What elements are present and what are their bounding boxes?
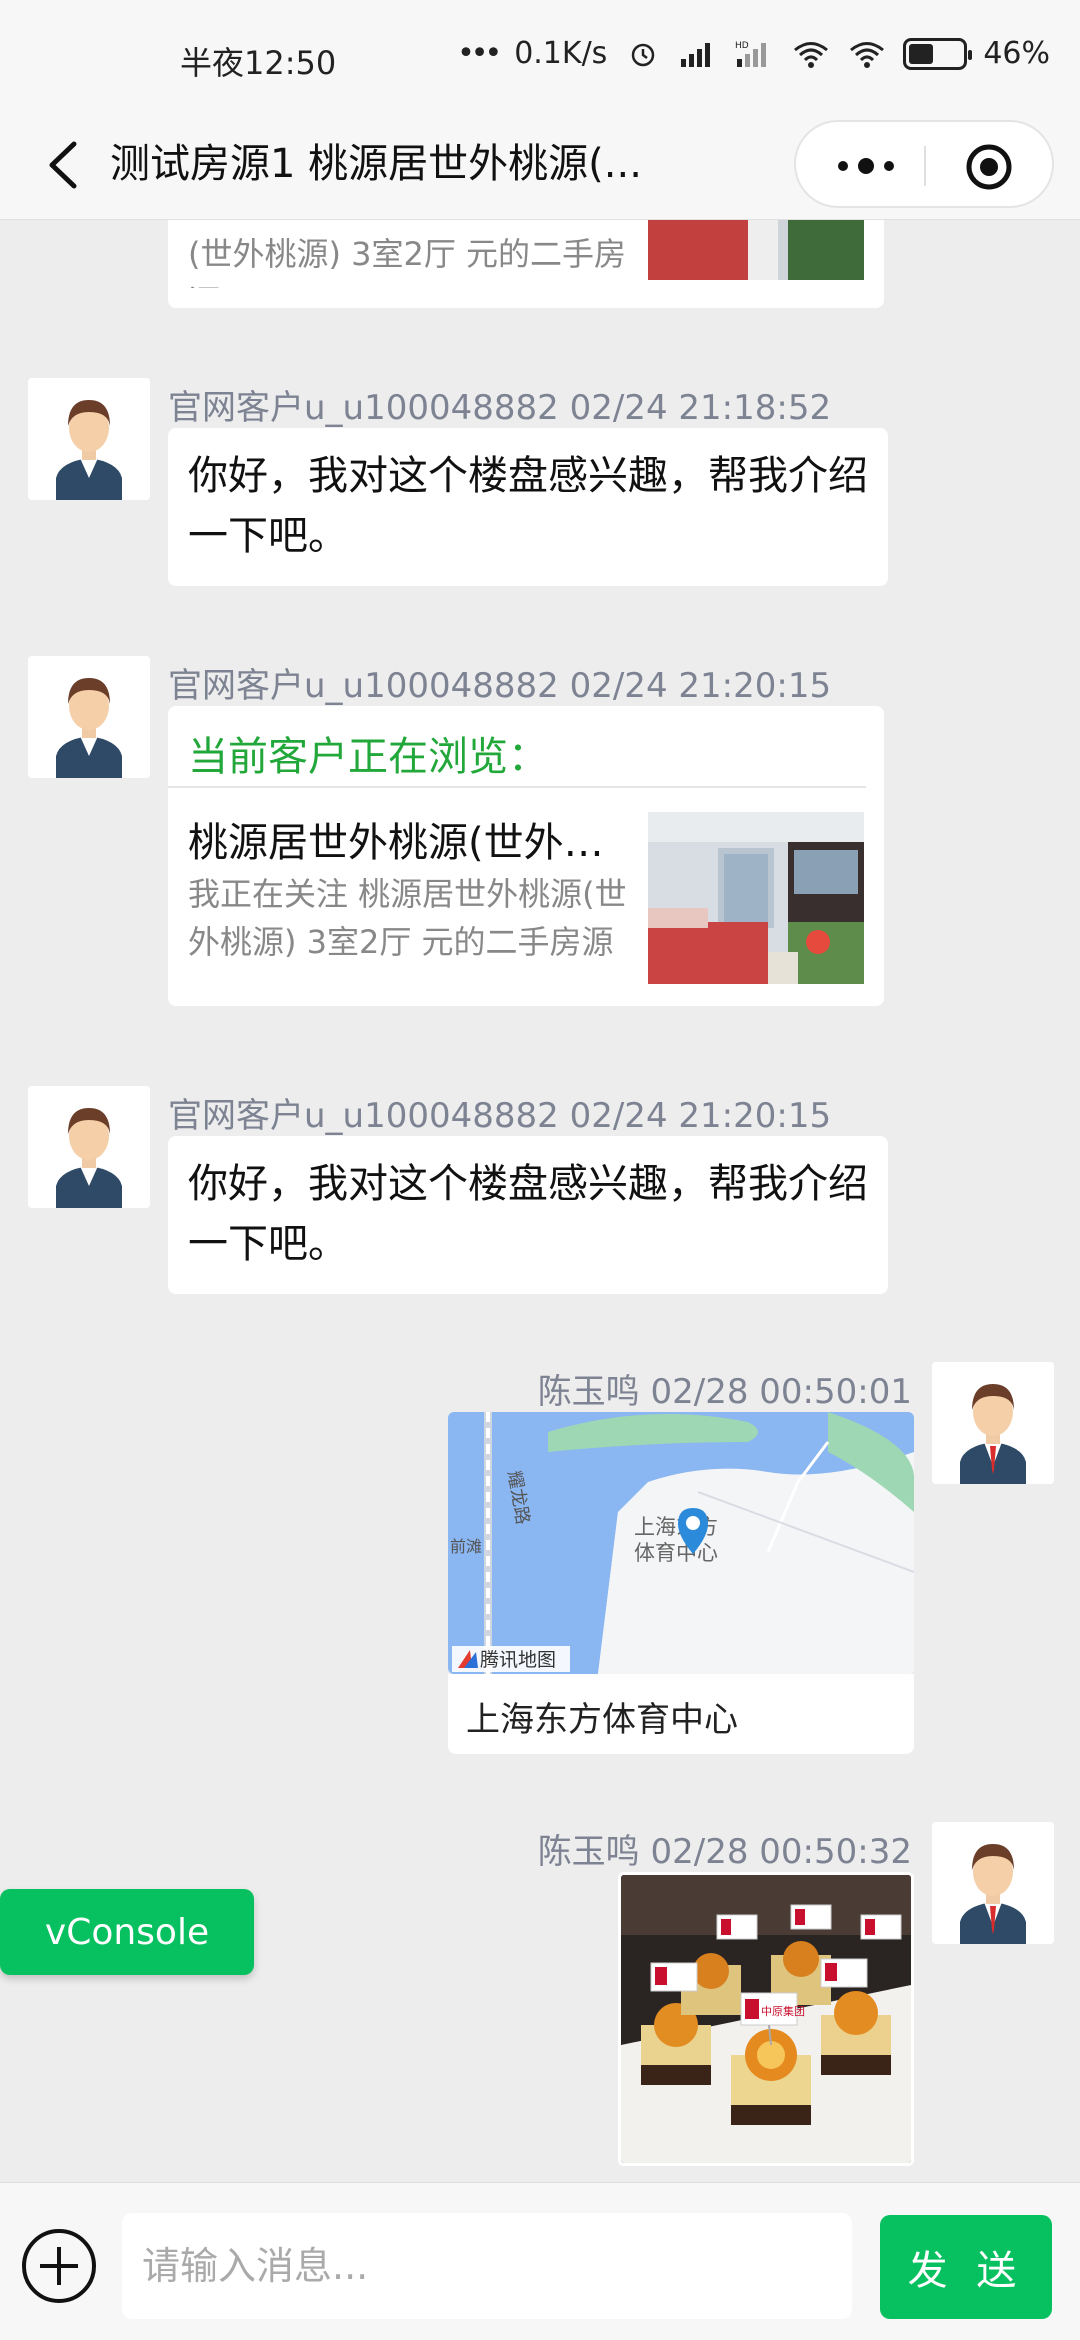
message-sender-time: 陈玉鸣 02/28 00:50:32: [537, 1832, 912, 1872]
map-left-label: 前滩: [450, 1537, 482, 1556]
alarm-icon: [632, 43, 655, 66]
signal-icon: [681, 42, 711, 67]
map-brand: 腾讯地图: [480, 1649, 556, 1671]
property-thumbnail[interactable]: [648, 220, 864, 280]
message-sender-time: 官网客户u_u100048882 02/24 21:18:52: [168, 388, 832, 428]
avatar-customer[interactable]: [28, 1086, 150, 1208]
food-photo: 中原集团: [621, 1875, 911, 2163]
status-icons: ••• 0.1K/s HD 46%: [457, 36, 1050, 71]
message-sender-time: 官网客户u_u100048882 02/24 21:20:15: [168, 1096, 832, 1136]
message-sender-time: 陈玉鸣 02/28 00:50:01: [537, 1372, 912, 1412]
message-bubble[interactable]: 你好，我对这个楼盘感兴趣，帮我介绍一下吧。: [168, 428, 888, 586]
back-arrow-icon[interactable]: [30, 130, 100, 200]
capsule-divider: [924, 146, 926, 186]
close-mini-program-icon[interactable]: [964, 142, 1014, 192]
wifi-icon-2: [850, 41, 885, 68]
card-title: 桃源居世外桃源(世外桃源): [188, 820, 628, 866]
avatar-customer[interactable]: [28, 656, 150, 778]
chat-area[interactable]: (世外桃源) 3室2厅 元的二手房源 官网客户u_u100048882 02/2…: [0, 220, 1080, 2182]
message-text: 你好，我对这个楼盘感兴趣，帮我介绍一下吧。: [188, 1161, 868, 1267]
avatar-agent[interactable]: [932, 1362, 1054, 1484]
property-thumbnail[interactable]: [648, 812, 864, 984]
location-caption-box[interactable]: 上海东方体育中心: [448, 1674, 914, 1754]
network-speed: 0.1K/s: [514, 36, 608, 71]
status-bar: 半夜12:50 ••• 0.1K/s HD 46%: [0, 0, 1080, 110]
image-message[interactable]: 中原集团: [618, 1872, 914, 2166]
nav-bar: 测试房源1 桃源居世外桃源(...: [0, 110, 1080, 220]
status-time: 半夜12:50: [180, 44, 337, 82]
more-menu-icon[interactable]: [831, 148, 901, 184]
mini-program-capsule: [794, 120, 1054, 208]
svg-text:HD: HD: [735, 41, 749, 51]
battery-percent: 46%: [983, 36, 1050, 71]
card-header: 当前客户正在浏览：: [168, 706, 866, 788]
location-message[interactable]: 耀龙路 前滩 上海东方 体育中心 腾讯地图: [448, 1412, 914, 1674]
location-caption: 上海东方体育中心: [466, 1700, 738, 1740]
send-button[interactable]: 发 送: [880, 2215, 1052, 2319]
add-icon[interactable]: [20, 2227, 98, 2305]
property-card[interactable]: 当前客户正在浏览： 桃源居世外桃源(世外桃源) 我正在关注 桃源居世外桃源(世外…: [168, 706, 884, 1006]
wifi-icon: [794, 41, 829, 68]
more-dots-icon: •••: [457, 36, 502, 71]
signal-hd-icon: HD: [735, 41, 767, 67]
vconsole-button[interactable]: vConsole: [0, 1889, 254, 1975]
flag-text: 中原集团: [761, 2004, 805, 2018]
avatar-customer[interactable]: [28, 378, 150, 500]
battery-icon: [903, 37, 973, 70]
map-preview: 耀龙路 前滩 上海东方 体育中心 腾讯地图: [448, 1412, 914, 1674]
property-card-partial[interactable]: (世外桃源) 3室2厅 元的二手房源: [168, 220, 884, 308]
card-desc: 我正在关注 桃源居世外桃源(世外桃源) 3室2厅 元的二手房源: [188, 875, 627, 961]
message-sender-time: 官网客户u_u100048882 02/24 21:20:15: [168, 666, 832, 706]
message-input[interactable]: [122, 2213, 852, 2319]
map-place-label-line2: 体育中心: [634, 1541, 718, 1565]
message-text: 你好，我对这个楼盘感兴趣，帮我介绍一下吧。: [188, 453, 868, 559]
card-desc: (世外桃源) 3室2厅 元的二手房源: [188, 235, 627, 288]
avatar-agent[interactable]: [932, 1822, 1054, 1944]
page-title: 测试房源1 桃源居世外桃源(...: [110, 141, 642, 187]
message-bubble[interactable]: 你好，我对这个楼盘感兴趣，帮我介绍一下吧。: [168, 1136, 888, 1294]
input-bar: 发 送: [0, 2182, 1080, 2340]
